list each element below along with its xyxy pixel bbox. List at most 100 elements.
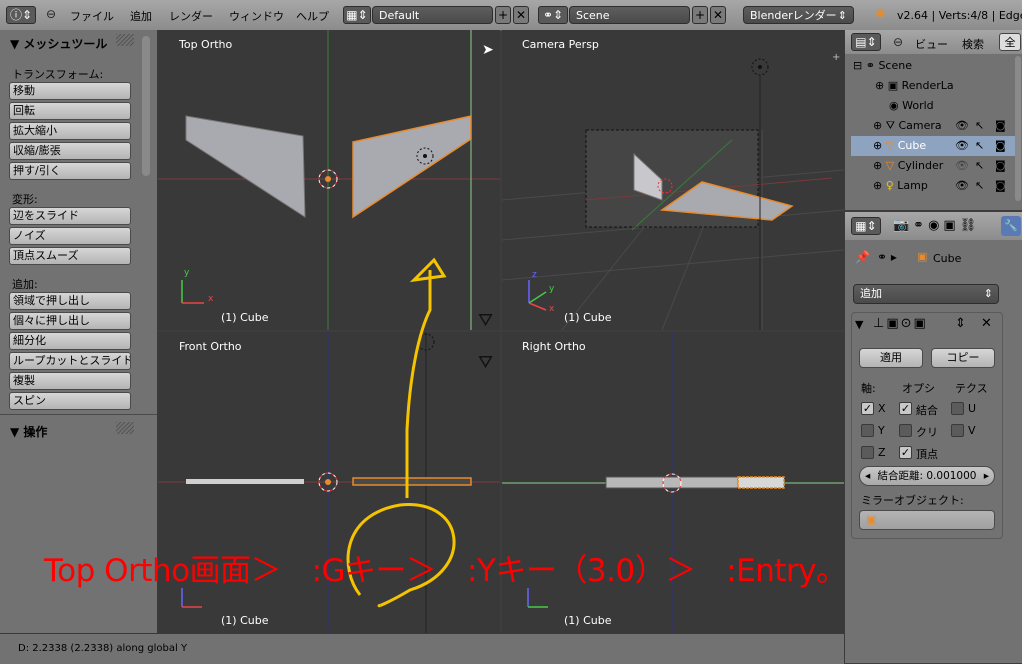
apply-button[interactable]: 適用 — [859, 348, 923, 368]
menu-render[interactable]: レンダー — [169, 8, 213, 24]
tool-shrink-fatten-button[interactable]: 収縮/膨張 — [9, 142, 131, 160]
scrollbar[interactable] — [142, 36, 150, 176]
tool-push-pull-button[interactable]: 押す/引く — [9, 162, 131, 180]
texture-u-checkbox[interactable] — [951, 402, 964, 415]
layout-field[interactable]: Default — [372, 6, 493, 24]
outliner-editor-icon[interactable]: ▤⇕ — [851, 33, 881, 51]
delete-scene-button[interactable]: ✕ — [710, 6, 726, 24]
options-label: オプシ — [902, 382, 935, 395]
drag-handle-icon[interactable] — [116, 34, 134, 46]
tutorial-overlay-text: Top Ortho画面＞ :Gキー＞ :Yキー（3.0）＞ :Entry。 — [44, 553, 847, 589]
cursor-select-icon[interactable]: ↖ — [975, 176, 984, 196]
merge-limit-value: 結合距離: 0.001000 — [877, 470, 977, 482]
split-handle-icon[interactable]: + — [832, 52, 840, 63]
add-scene-button[interactable]: + — [692, 6, 708, 24]
tool-edge-slide-button[interactable]: 辺をスライド — [9, 207, 131, 225]
tool-noise-button[interactable]: ノイズ — [9, 227, 131, 245]
copy-button[interactable]: コピー — [931, 348, 995, 368]
axis-y-checkbox[interactable] — [861, 424, 874, 437]
breadcrumb-object-label: Cube — [933, 252, 962, 265]
tool-subdivide-button[interactable]: 細分化 — [9, 332, 131, 350]
texture-v-label: V — [968, 424, 976, 437]
mirror-object-field[interactable]: ▣ — [859, 510, 995, 530]
outliner-item-cube[interactable]: ⊕ ▽ Cube 👁 ↖ ◙ — [851, 136, 1021, 156]
render-camera-icon[interactable]: ◙ — [995, 116, 1006, 136]
scene-icon[interactable]: ⚭⇕ — [538, 6, 568, 24]
scene-field[interactable]: Scene — [569, 6, 690, 24]
panel-title: メッシュツール — [23, 37, 108, 51]
cursor-select-icon[interactable]: ↖ — [975, 136, 984, 156]
viewport-camera-persp[interactable]: Camera Persp z y x (1) Cube + — [502, 30, 844, 330]
add-layout-button[interactable]: + — [495, 6, 511, 24]
merge-checkbox[interactable]: ✓ — [899, 402, 912, 415]
tool-loopcut-slide-button[interactable]: ループカットとスライド — [9, 352, 131, 370]
clipping-checkbox[interactable] — [899, 424, 912, 437]
texture-u-label: U — [968, 402, 977, 415]
context-tab-icons[interactable]: 📷⚭◉▣⛓ — [893, 218, 980, 233]
vertex-group-checkbox[interactable]: ✓ — [899, 446, 912, 459]
modifier-display-icons[interactable]: ⊥▣⊙▣ — [873, 316, 928, 331]
panel-operator-header[interactable]: ▼ 操作 — [10, 423, 47, 440]
outliner-item-label: World — [902, 99, 934, 112]
outliner-item-lamp[interactable]: ⊕ ♀ Lamp 👁 ↖ ◙ — [851, 176, 1021, 196]
collapse-icon[interactable]: ⊖ — [46, 7, 56, 21]
tool-duplicate-button[interactable]: 複製 — [9, 372, 131, 390]
outliner-item-renderlayer[interactable]: ⊕ ▣ RenderLa — [851, 76, 1021, 96]
increment-arrow-icon[interactable]: ▸ — [984, 467, 989, 485]
outliner-item-cylinder[interactable]: ⊕ ▽ Cylinder 👁 ↖ ◙ — [851, 156, 1021, 176]
axis-y-label: y — [549, 284, 555, 294]
collapse-icon[interactable]: ⊖ — [893, 35, 903, 49]
outliner-menu-search[interactable]: 検索 — [962, 36, 984, 52]
outliner-item-label: Cylinder — [897, 159, 944, 172]
tool-spin-button[interactable]: スピン — [9, 392, 131, 410]
tool-translate-button[interactable]: 移動 — [9, 82, 131, 100]
axis-label: 軸: — [861, 382, 876, 395]
panel-mesh-tools-header[interactable]: ▼ メッシュツール — [10, 35, 107, 52]
screen-layout-icon[interactable]: ▦⇕ — [343, 6, 371, 24]
decrement-arrow-icon[interactable]: ◂ — [865, 467, 870, 485]
render-engine-select[interactable]: Blenderレンダー ⇕ — [743, 6, 854, 24]
add-modifier-select[interactable]: 追加 ⇕ — [853, 284, 999, 304]
remove-modifier-icon[interactable]: ✕ — [981, 316, 992, 331]
status-bar: D: 2.2338 (2.2338) along global Y — [0, 633, 844, 664]
pin-icon[interactable]: 📌 — [855, 250, 870, 264]
outliner-item-scene[interactable]: ⊟ ⚭ Scene — [851, 56, 1021, 76]
outliner-menu-view[interactable]: ビュー — [915, 36, 948, 52]
menu-window[interactable]: ウィンドウ — [229, 8, 284, 24]
eye-icon[interactable]: 👁 — [955, 116, 969, 136]
tool-extrude-individual-button[interactable]: 個々に押し出し — [9, 312, 131, 330]
eye-icon[interactable]: 👁 — [955, 176, 969, 196]
cursor-select-icon[interactable]: ↖ — [975, 156, 984, 176]
tool-scale-button[interactable]: 拡大縮小 — [9, 122, 131, 140]
merge-limit-field[interactable]: ◂ 結合距離: 0.001000 ▸ — [859, 466, 995, 486]
menu-file[interactable]: ファイル — [70, 8, 114, 24]
render-camera-icon[interactable]: ◙ — [995, 136, 1006, 156]
outliner-item-label: RenderLa — [901, 79, 954, 92]
delete-layout-button[interactable]: ✕ — [513, 6, 529, 24]
axis-y-label: y — [184, 268, 190, 278]
outliner-item-camera[interactable]: ⊕ ⛛ Camera 👁 ↖ ◙ — [851, 116, 1021, 136]
outliner-item-world[interactable]: ◉ World — [851, 96, 1021, 116]
move-modifier-icon[interactable]: ⇕ — [955, 316, 966, 331]
tool-rotate-button[interactable]: 回転 — [9, 102, 131, 120]
axis-x-checkbox[interactable]: ✓ — [861, 402, 874, 415]
menu-help[interactable]: ヘルプ — [296, 8, 329, 24]
tool-extrude-region-button[interactable]: 領域で押し出し — [9, 292, 131, 310]
render-camera-icon[interactable]: ◙ — [995, 176, 1006, 196]
modifier-tab-wrench-icon[interactable]: 🔧 — [1001, 216, 1021, 236]
collapse-arrow-icon[interactable]: ▼ — [855, 318, 863, 331]
axis-z-checkbox[interactable] — [861, 446, 874, 459]
scrollbar[interactable] — [1015, 56, 1021, 201]
properties-editor-icon[interactable]: ▦⇕ — [851, 217, 881, 235]
eye-icon[interactable]: 👁 — [955, 136, 969, 156]
render-camera-icon[interactable]: ◙ — [995, 156, 1006, 176]
divider — [0, 414, 157, 415]
outliner-filter-all[interactable]: 全 — [999, 33, 1021, 51]
cursor-select-icon[interactable]: ↖ — [975, 116, 984, 136]
menu-add[interactable]: 追加 — [130, 8, 152, 24]
texture-v-checkbox[interactable] — [951, 424, 964, 437]
info-editor-button[interactable]: ⓘ⇕ — [6, 6, 36, 24]
eye-icon[interactable]: 👁 — [955, 156, 969, 176]
drag-handle-icon[interactable] — [116, 422, 134, 434]
tool-smooth-vertex-button[interactable]: 頂点スムーズ — [9, 247, 131, 265]
